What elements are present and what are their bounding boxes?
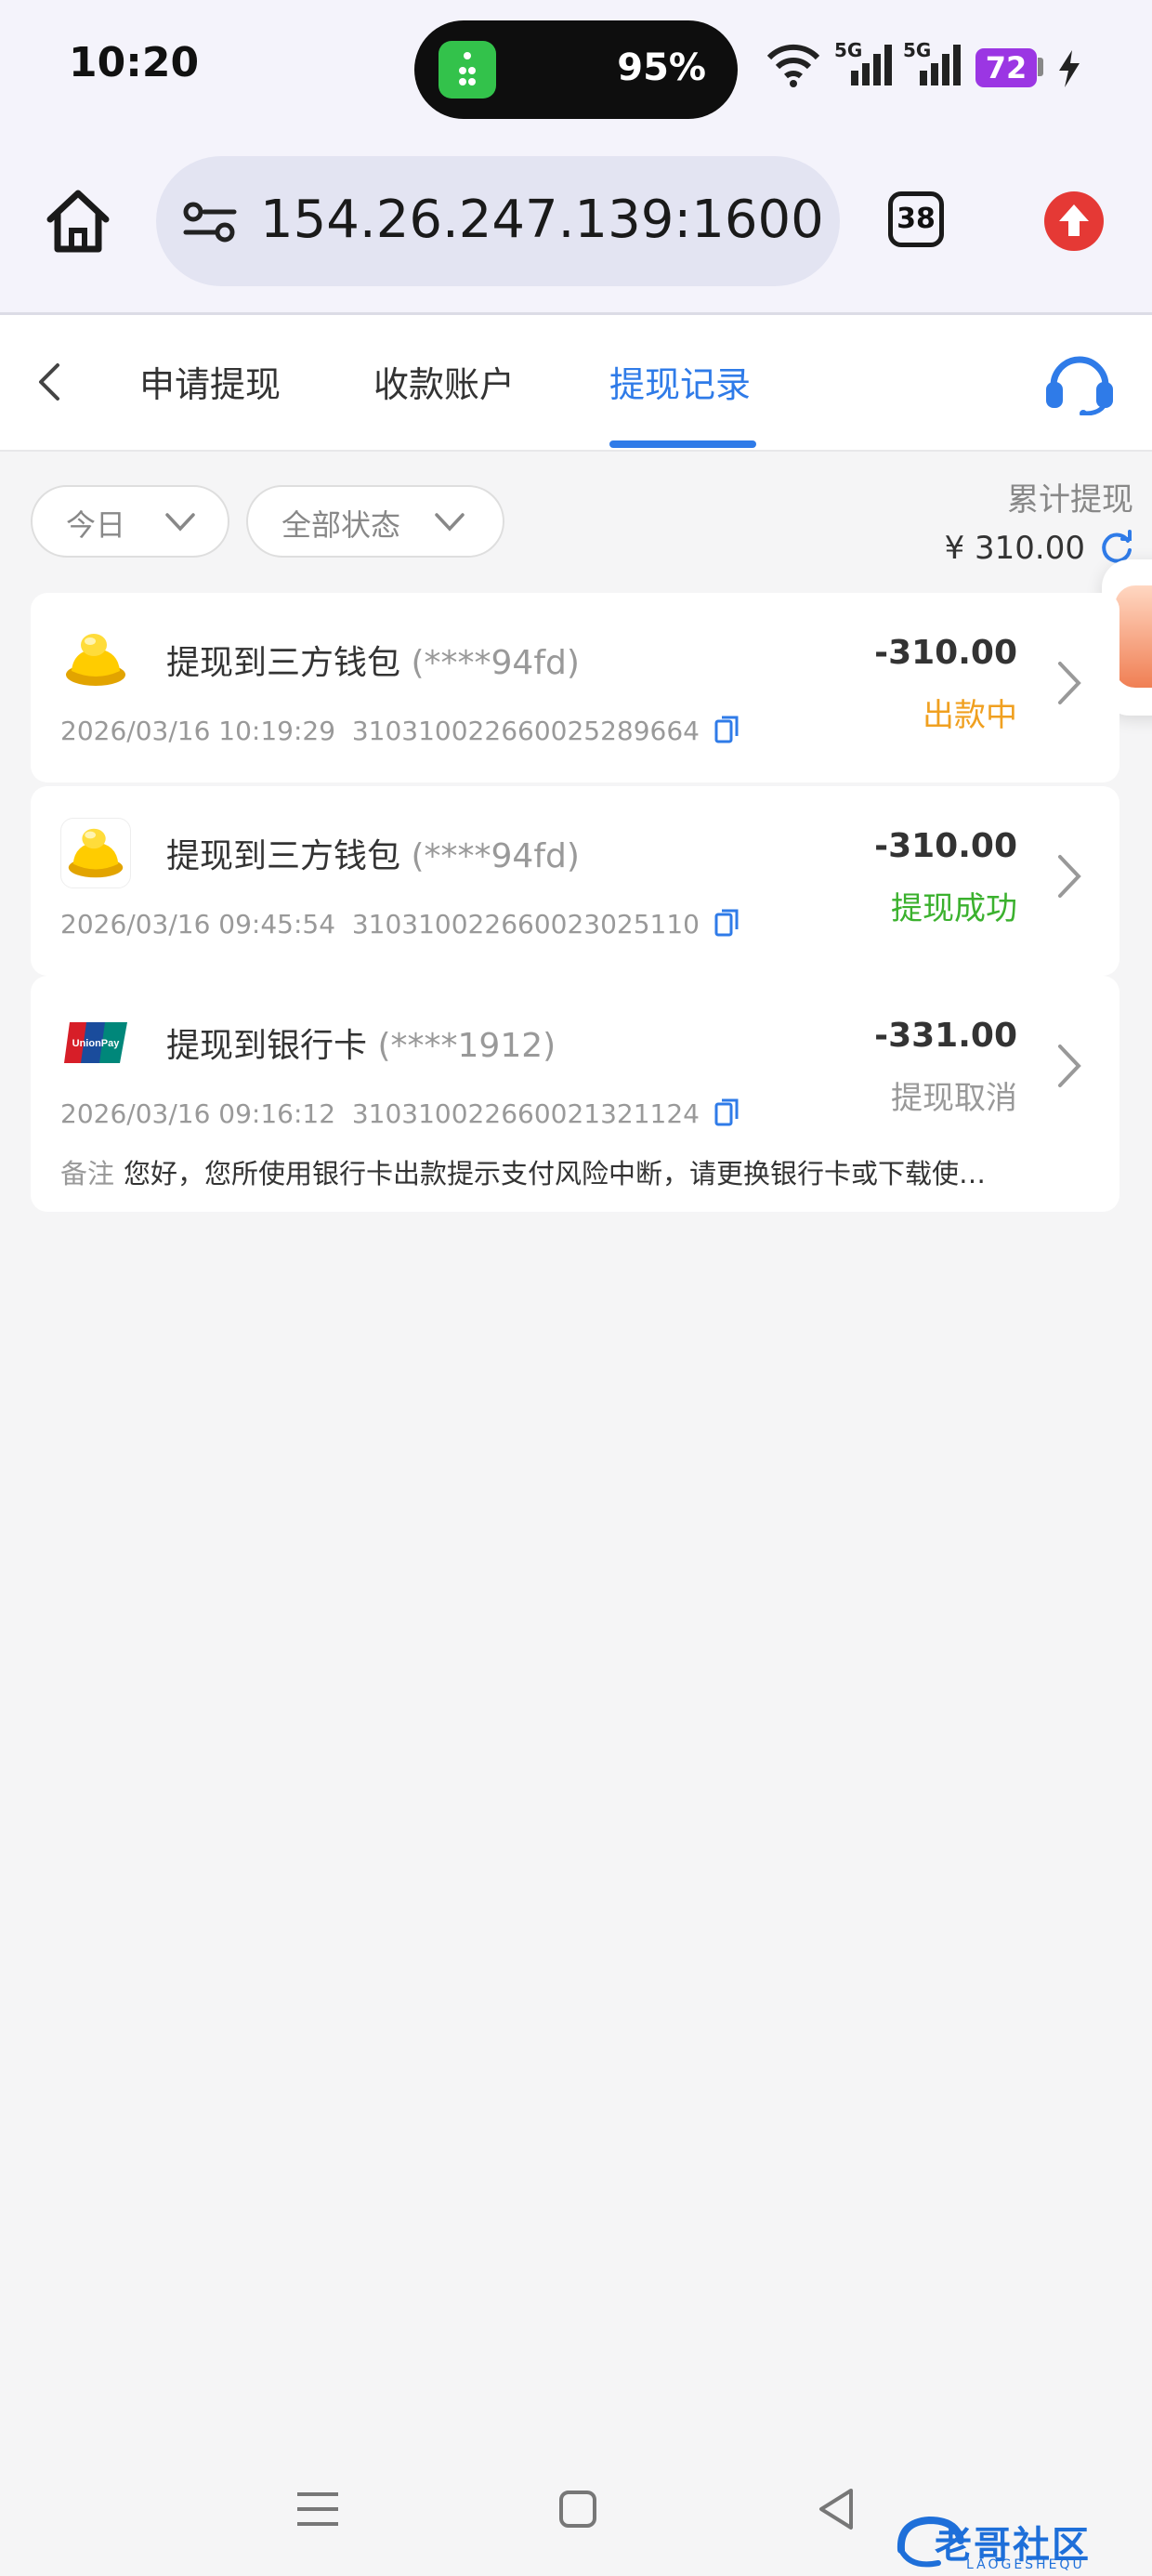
- total-withdraw-label: 累计提现: [1007, 481, 1133, 519]
- home-icon[interactable]: [41, 184, 115, 258]
- status-bar: 10:20 95% 5G 5G 72: [0, 0, 1152, 139]
- record-amount: -331.00: [874, 1017, 1017, 1055]
- chevron-down-icon: [165, 513, 195, 532]
- signal-icon-2: 5G: [903, 39, 964, 89]
- arrow-up-icon: [1059, 204, 1089, 236]
- back-icon[interactable]: [30, 361, 71, 402]
- record-note: 备注 您好，您所使用银行卡出款提示支付风险中断，请更换银行卡或下载使…: [60, 1158, 987, 1189]
- home-nav-icon[interactable]: [550, 2481, 606, 2537]
- record-card[interactable]: 提现到三方钱包 (****94fd) 2026/03/16 09:45:54 3…: [31, 786, 1119, 976]
- url-bar[interactable]: 154.26.247.139:16000/ho: [156, 156, 840, 286]
- record-title: 提现到银行卡 (****1912): [166, 1027, 556, 1065]
- record-status: 出款中: [923, 697, 1017, 734]
- status-filter-label: 全部状态: [281, 507, 401, 543]
- recent-apps-icon[interactable]: [290, 2481, 346, 2537]
- record-meta: 2026/03/16 09:16:12 31031002266002132112…: [60, 1098, 739, 1129]
- date-filter-label: 今日: [66, 507, 126, 543]
- gold-ingot-icon: [66, 634, 125, 686]
- record-amount: -310.00: [874, 827, 1017, 865]
- customer-service-icon[interactable]: [1042, 348, 1117, 415]
- record-meta: 2026/03/16 10:19:29 31031002266002528966…: [60, 716, 739, 746]
- status-filter-dropdown[interactable]: 全部状态: [246, 485, 504, 558]
- total-withdraw-value: ¥ 310.00: [944, 530, 1085, 567]
- status-time: 10:20: [69, 39, 200, 86]
- tab-apply-withdraw[interactable]: 申请提现: [139, 356, 281, 407]
- charging-icon: [1059, 50, 1080, 87]
- watermark-subtext: LAOGESHEQU: [966, 2557, 1085, 2572]
- chevron-right-icon: [1058, 1045, 1081, 1087]
- url-text: 154.26.247.139:16000/ho: [260, 190, 823, 250]
- record-card[interactable]: 提现到三方钱包 (****94fd) 2026/03/16 10:19:29 3…: [31, 593, 1119, 782]
- record-amount: -310.00: [874, 634, 1017, 672]
- battery-icon: 72: [975, 48, 1037, 87]
- update-button[interactable]: [1044, 191, 1104, 251]
- back-nav-icon[interactable]: [810, 2481, 866, 2537]
- tab-switcher-button[interactable]: 38: [888, 191, 944, 247]
- signal-icon-1: 5G: [834, 39, 896, 89]
- copy-icon[interactable]: [714, 909, 739, 937]
- copy-icon[interactable]: [714, 716, 739, 743]
- svg-text:UnionPay: UnionPay: [72, 1038, 121, 1049]
- site-settings-icon[interactable]: [182, 199, 238, 245]
- wifi-icon: [766, 44, 820, 87]
- copy-icon[interactable]: [714, 1098, 739, 1126]
- active-tab-indicator: [609, 440, 756, 448]
- chevron-right-icon: [1058, 855, 1081, 898]
- record-status: 提现取消: [891, 1080, 1017, 1117]
- dynamic-island[interactable]: 95%: [414, 20, 738, 119]
- tab-receiving-account[interactable]: 收款账户: [373, 356, 515, 407]
- pill-percent: 95%: [617, 46, 706, 89]
- chevron-right-icon: [1058, 662, 1081, 704]
- record-title: 提现到三方钱包 (****94fd): [166, 644, 580, 682]
- gold-ingot-icon: [60, 818, 131, 888]
- browser-toolbar: 154.26.247.139:16000/ho 38: [0, 139, 1152, 315]
- record-card[interactable]: UnionPay 提现到银行卡 (****1912) 2026/03/16 09…: [31, 976, 1119, 1212]
- promo-icon: [1115, 585, 1152, 688]
- chevron-down-icon: [435, 513, 465, 532]
- record-title: 提现到三方钱包 (****94fd): [166, 837, 580, 875]
- record-meta: 2026/03/16 09:45:54 31031002266002302511…: [60, 909, 739, 940]
- unionpay-icon: UnionPay: [64, 1022, 127, 1063]
- date-filter-dropdown[interactable]: 今日: [31, 485, 229, 558]
- battery-tip: [1038, 58, 1043, 76]
- page-header: 申请提现 收款账户 提现记录: [0, 315, 1152, 452]
- watermark-logo: 老哥社区 LAOGESHEQU: [892, 2509, 1137, 2576]
- app-icon: [439, 41, 496, 99]
- tab-withdraw-records[interactable]: 提现记录: [609, 356, 751, 407]
- record-status: 提现成功: [891, 890, 1017, 927]
